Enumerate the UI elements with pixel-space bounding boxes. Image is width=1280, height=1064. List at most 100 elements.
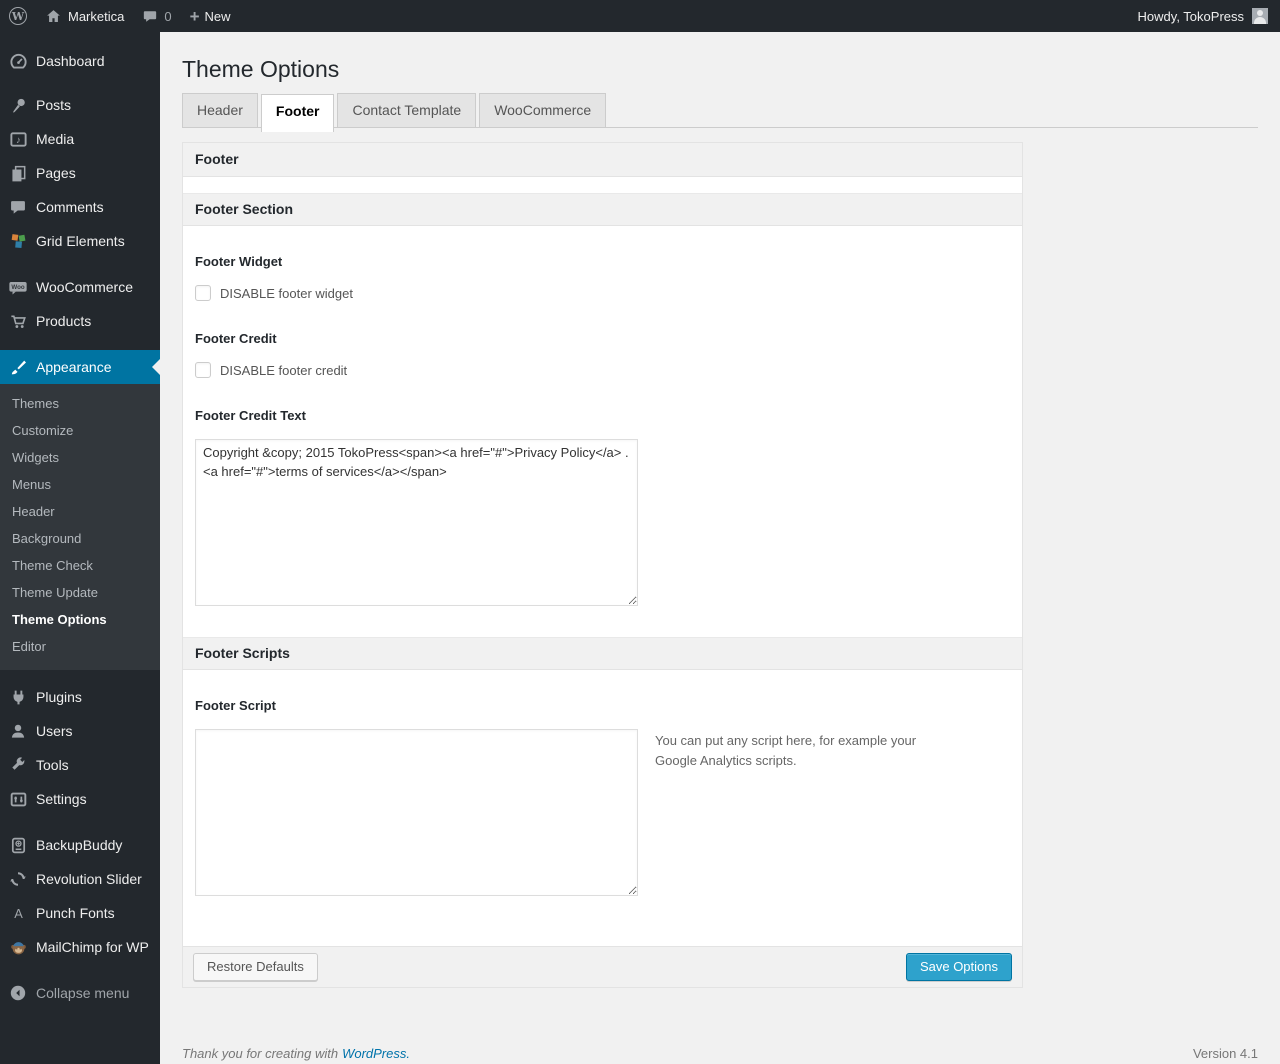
footer-widget-checkbox-label: DISABLE footer widget (220, 285, 353, 301)
submenu-item-background[interactable]: Background (0, 526, 160, 553)
plus-icon: + (189, 6, 200, 26)
sidebar-item-settings[interactable]: Settings (0, 782, 160, 816)
sidebar-separator (0, 78, 160, 88)
backupbuddy-icon (8, 835, 28, 855)
submenu-label: Theme Update (12, 585, 98, 600)
panel-footer-bar: Restore Defaults Save Options (183, 946, 1022, 987)
sidebar-item-label: Punch Fonts (36, 905, 115, 921)
svg-text:Woo: Woo (11, 284, 24, 291)
submenu-item-menus[interactable]: Menus (0, 472, 160, 499)
appearance-submenu: Themes Customize Widgets Menus Header Ba… (0, 384, 160, 670)
footer-widget-checkbox[interactable] (195, 285, 211, 301)
sidebar-item-label: BackupBuddy (36, 837, 123, 853)
pushpin-icon (8, 95, 28, 115)
sidebar-item-label: Media (36, 131, 75, 147)
cart-icon (8, 311, 28, 331)
submenu-item-theme-update[interactable]: Theme Update (0, 580, 160, 607)
theme-options-tabs: Header Footer Contact Template WooCommer… (182, 93, 1258, 132)
submenu-item-editor[interactable]: Editor (0, 634, 160, 661)
sidebar-item-revolution-slider[interactable]: Revolution Slider (0, 862, 160, 896)
site-name-menu[interactable]: Marketica (36, 0, 133, 32)
footer-credit-label: Footer Credit (195, 331, 277, 346)
site-name-label: Marketica (68, 8, 125, 24)
sidebar-item-dashboard[interactable]: Dashboard (0, 44, 160, 78)
revolution-slider-icon (8, 869, 28, 889)
save-options-button[interactable]: Save Options (905, 953, 1012, 981)
footer-credit-row: DISABLE footer credit (195, 362, 1010, 378)
footer-scripts-body: Footer Script You can put any script her… (183, 670, 1022, 946)
woocommerce-icon: Woo (8, 277, 28, 297)
thanks-label: Thank you for creating with (182, 1046, 339, 1061)
sidebar-item-mailchimp[interactable]: MailChimp for WP (0, 930, 160, 964)
wordpress-link[interactable]: WordPress. (342, 1046, 410, 1061)
footer-script-label: Footer Script (195, 698, 276, 713)
settings-icon (8, 789, 28, 809)
sidebar-separator (0, 338, 160, 350)
new-content-menu[interactable]: + New (181, 0, 240, 32)
footer-widget-row: DISABLE footer widget (195, 285, 1010, 301)
sidebar-item-media[interactable]: ♪ Media (0, 122, 160, 156)
user-avatar (1252, 8, 1268, 24)
sidebar-separator (0, 670, 160, 680)
sidebar-item-comments[interactable]: Comments (0, 190, 160, 224)
admin-page-footer: Thank you for creating with WordPress. Ve… (182, 1046, 1258, 1061)
appearance-brush-icon (8, 357, 28, 377)
user-icon (8, 721, 28, 741)
collapse-menu-button[interactable]: Collapse menu (0, 976, 160, 1010)
dashboard-icon (8, 51, 28, 71)
account-menu[interactable]: Howdy, TokoPress (1126, 0, 1280, 32)
submenu-item-header[interactable]: Header (0, 499, 160, 526)
submenu-item-widgets[interactable]: Widgets (0, 445, 160, 472)
tab-header[interactable]: Header (182, 93, 258, 128)
submenu-item-customize[interactable]: Customize (0, 418, 160, 445)
panel-gap (183, 177, 1022, 193)
sidebar-item-label: Appearance (36, 359, 112, 375)
sidebar-item-label: Plugins (36, 689, 82, 705)
admin-bar: W Marketica 0 + New Howdy, TokoPress (0, 0, 1280, 32)
restore-defaults-button[interactable]: Restore Defaults (193, 953, 318, 981)
sidebar-item-appearance[interactable]: Appearance (0, 350, 160, 384)
wrench-icon (8, 755, 28, 775)
footer-credit-text-textarea[interactable]: Copyright &copy; 2015 TokoPress<span><a … (195, 439, 638, 606)
sidebar-item-users[interactable]: Users (0, 714, 160, 748)
sidebar-item-plugins[interactable]: Plugins (0, 680, 160, 714)
home-icon (47, 9, 60, 22)
submenu-item-themes[interactable]: Themes (0, 391, 160, 418)
tab-label: WooCommerce (494, 102, 592, 118)
admin-sidebar: Dashboard Posts ♪ Media Pages Comments G… (0, 32, 160, 1064)
submenu-item-theme-options[interactable]: Theme Options (0, 607, 160, 634)
tab-contact-template[interactable]: Contact Template (337, 93, 477, 128)
submenu-label: Background (12, 531, 82, 546)
sidebar-item-label: Settings (36, 791, 87, 807)
sidebar-item-punch-fonts[interactable]: A Punch Fonts (0, 896, 160, 930)
tab-woocommerce[interactable]: WooCommerce (479, 93, 607, 128)
footer-credit-checkbox[interactable] (195, 362, 211, 378)
submenu-label: Customize (12, 423, 74, 438)
sidebar-item-label: Pages (36, 165, 76, 181)
footer-script-row: You can put any script here, for example… (195, 729, 1010, 896)
sidebar-item-backupbuddy[interactable]: BackupBuddy (0, 828, 160, 862)
section-title-footer-scripts: Footer Scripts (183, 637, 1022, 670)
wordpress-logo-menu[interactable]: W (0, 0, 36, 32)
footer-options-panel: Footer Footer Section Footer Widget DISA… (182, 142, 1023, 988)
tab-footer[interactable]: Footer (260, 94, 335, 132)
collapse-arrow-icon (8, 983, 28, 1003)
footer-script-textarea[interactable] (195, 729, 638, 896)
footer-script-help-text: You can put any script here, for example… (655, 733, 917, 769)
comment-count: 0 (164, 8, 172, 24)
comments-menu[interactable]: 0 (133, 0, 180, 32)
submenu-label: Editor (12, 639, 46, 654)
sidebar-item-label: Grid Elements (36, 233, 125, 249)
sidebar-item-posts[interactable]: Posts (0, 88, 160, 122)
sidebar-item-products[interactable]: Products (0, 304, 160, 338)
tab-label: Contact Template (352, 102, 462, 118)
sidebar-item-grid-elements[interactable]: Grid Elements (0, 224, 160, 258)
footer-widget-label: Footer Widget (195, 254, 283, 269)
sidebar-item-tools[interactable]: Tools (0, 748, 160, 782)
sidebar-item-pages[interactable]: Pages (0, 156, 160, 190)
sidebar-item-woocommerce[interactable]: Woo WooCommerce (0, 270, 160, 304)
collapse-menu-label: Collapse menu (36, 985, 130, 1001)
footer-thanks-text: Thank you for creating with WordPress. (182, 1046, 410, 1061)
sidebar-separator (0, 816, 160, 828)
submenu-item-theme-check[interactable]: Theme Check (0, 553, 160, 580)
